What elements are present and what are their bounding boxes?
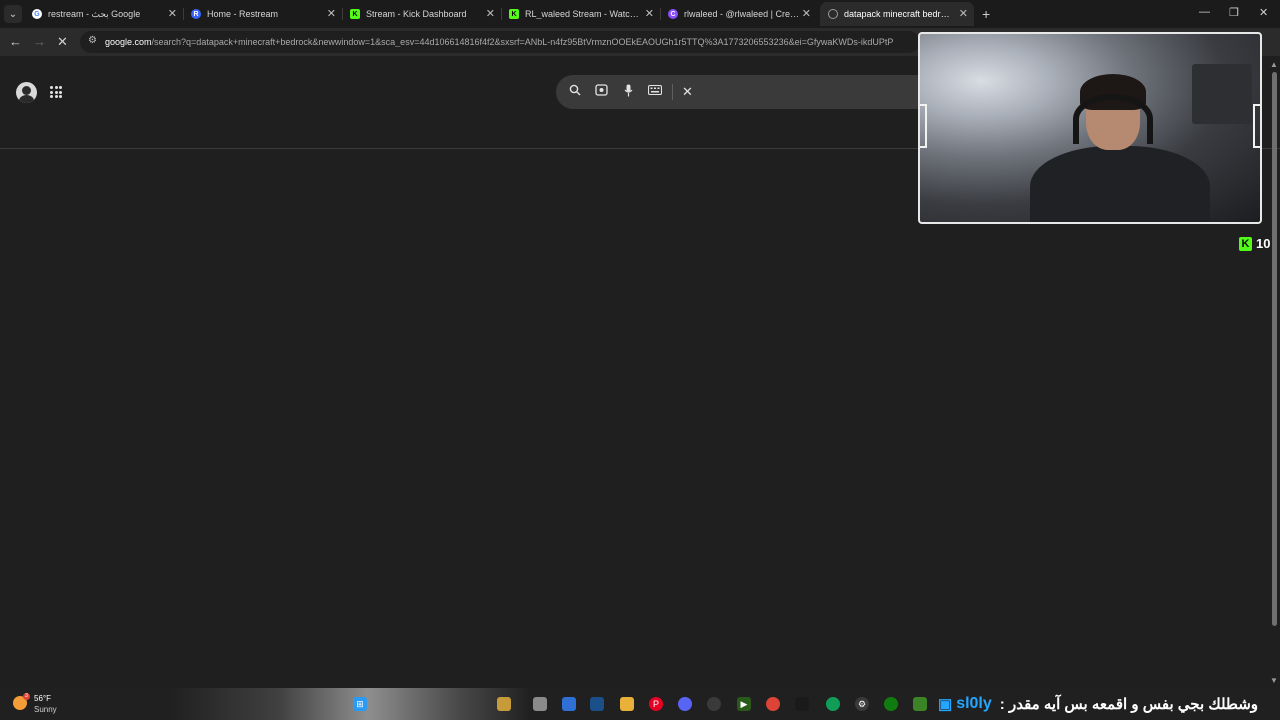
tab-kick-watch-live[interactable]: K RL_waleed Stream - Watch Live ✕ bbox=[509, 4, 654, 24]
overlay-frame-bracket bbox=[920, 104, 927, 148]
task-view-icon[interactable] bbox=[533, 697, 547, 711]
tab-separator bbox=[183, 8, 184, 20]
tab-title: restream - بحث Google bbox=[48, 8, 141, 19]
search-box[interactable]: ✕ bbox=[556, 75, 920, 109]
creators-icon: C bbox=[668, 9, 678, 19]
close-icon[interactable]: ✕ bbox=[327, 7, 336, 20]
headset-icon bbox=[1073, 94, 1153, 144]
tab-title: datapack minecraft bedrock - ... bbox=[844, 9, 954, 19]
close-icon[interactable]: ✕ bbox=[168, 7, 177, 20]
webcam-overlay bbox=[918, 32, 1262, 224]
browser-app-icon[interactable] bbox=[562, 697, 576, 711]
file-explorer-icon[interactable] bbox=[620, 697, 634, 711]
search-input[interactable] bbox=[706, 83, 910, 103]
xbox-icon[interactable] bbox=[884, 697, 898, 711]
loading-icon bbox=[828, 9, 838, 19]
tab-kick-dashboard[interactable]: K Stream - Kick Dashboard ✕ bbox=[350, 4, 495, 24]
taskbar-background-glow bbox=[170, 688, 530, 720]
ticker-emote-icon: ▣ bbox=[938, 696, 953, 713]
tab-separator bbox=[342, 8, 343, 20]
clear-search-icon[interactable]: ✕ bbox=[682, 84, 693, 100]
new-tab-icon[interactable]: + bbox=[982, 6, 990, 22]
window-close-icon[interactable]: ✕ bbox=[1259, 6, 1268, 19]
settings-icon[interactable]: ⚙ bbox=[855, 697, 869, 711]
windows-start-icon[interactable]: ⊞ bbox=[353, 697, 367, 711]
tab-title: rlwaleed - @rlwaleed | Creators bbox=[684, 9, 800, 19]
minimize-icon[interactable]: — bbox=[1199, 6, 1210, 18]
account-avatar[interactable] bbox=[16, 82, 37, 103]
steam-icon[interactable] bbox=[590, 697, 604, 711]
weather-condition[interactable]: Sunny bbox=[34, 705, 57, 714]
search-divider bbox=[672, 84, 673, 100]
tab-title: RL_waleed Stream - Watch Live bbox=[525, 9, 639, 19]
url-host: google.com bbox=[105, 37, 152, 47]
kick-icon: K bbox=[350, 9, 360, 19]
microphone-icon[interactable] bbox=[624, 84, 633, 100]
google-lens-icon[interactable] bbox=[595, 84, 608, 99]
webcam-background-shelf bbox=[1192, 64, 1252, 124]
address-bar[interactable]: ⚙ google.com/search?q=datapack+minecraft… bbox=[80, 31, 920, 53]
site-info-icon[interactable]: ⚙ bbox=[88, 35, 97, 46]
stop-loading-icon[interactable]: ✕ bbox=[57, 34, 68, 50]
ticker-username: sl0ly bbox=[956, 695, 992, 712]
chat-ticker: ▣ sl0ly : وشطلك بجي بفس و اقمعه بس آيه م… bbox=[938, 693, 1280, 715]
url-text[interactable]: google.com/search?q=datapack+minecraft+b… bbox=[105, 37, 915, 47]
url-path: /search?q=datapack+minecraft+bedrock&new… bbox=[151, 37, 894, 47]
close-icon[interactable]: ✕ bbox=[959, 7, 968, 20]
chrome-icon[interactable] bbox=[766, 697, 780, 711]
game-launcher-icon[interactable]: ▶ bbox=[737, 697, 751, 711]
forward-arrow-icon[interactable]: → bbox=[33, 34, 46, 49]
kick-logo-icon: K bbox=[1239, 236, 1252, 251]
kick-viewer-badge: K 10 bbox=[1239, 236, 1270, 251]
minecraft-icon[interactable] bbox=[913, 697, 927, 711]
weather-badge: 3 bbox=[23, 693, 30, 700]
tab-datapack-search[interactable]: datapack minecraft bedrock - ... ✕ bbox=[820, 2, 974, 26]
google-icon: G bbox=[32, 9, 42, 19]
windows-taskbar: 3 56°F Sunny ⊞ P ▶ ⚙ ▣ sl0ly : وشطلك بجي… bbox=[0, 688, 1280, 720]
widget-icon[interactable] bbox=[497, 697, 511, 711]
tab-search-button[interactable]: ⌄ bbox=[4, 5, 22, 23]
close-icon[interactable]: ✕ bbox=[486, 7, 495, 20]
restore-icon[interactable]: ❐ bbox=[1229, 6, 1239, 19]
tab-strip: ⌄ G restream - بحث Google ✕ R Home - Res… bbox=[0, 0, 1280, 28]
tab-home-restream[interactable]: R Home - Restream ✕ bbox=[191, 4, 336, 24]
webcam-person bbox=[1030, 146, 1210, 222]
tab-title: Stream - Kick Dashboard bbox=[366, 9, 467, 19]
weather-temperature[interactable]: 56°F bbox=[34, 694, 51, 703]
viewer-count: 10 bbox=[1256, 236, 1271, 251]
keyboard-icon[interactable] bbox=[647, 84, 663, 98]
ticker-message: : وشطلك بجي بفس و اقمعه بس آيه مقدر bbox=[999, 696, 1259, 713]
tab-separator bbox=[501, 8, 502, 20]
scroll-down-icon[interactable]: ▼ bbox=[1270, 676, 1278, 685]
restream-icon: R bbox=[191, 9, 201, 19]
scrollbar-thumb[interactable] bbox=[1272, 72, 1277, 626]
search-icon[interactable] bbox=[569, 84, 581, 99]
tab-title: Home - Restream bbox=[207, 9, 279, 19]
back-arrow-icon[interactable]: ← bbox=[9, 34, 22, 49]
google-apps-icon[interactable] bbox=[50, 86, 62, 98]
chrome-profile-icon[interactable] bbox=[826, 697, 840, 711]
chevron-down-icon: ⌄ bbox=[8, 8, 18, 20]
close-icon[interactable]: ✕ bbox=[645, 7, 654, 20]
tab-restream-google[interactable]: G restream - بحث Google ✕ bbox=[32, 4, 177, 24]
pinterest-icon[interactable]: P bbox=[649, 697, 663, 711]
close-icon[interactable]: ✕ bbox=[802, 7, 811, 20]
epic-games-icon[interactable] bbox=[795, 697, 809, 711]
discord-icon[interactable] bbox=[678, 697, 692, 711]
tab-creators[interactable]: C rlwaleed - @rlwaleed | Creators ✕ bbox=[668, 4, 811, 24]
scroll-up-icon[interactable]: ▲ bbox=[1270, 60, 1278, 69]
tab-separator bbox=[660, 8, 661, 20]
overlay-frame-bracket bbox=[1253, 104, 1260, 148]
obs-icon[interactable] bbox=[707, 697, 721, 711]
kick-icon: K bbox=[509, 9, 519, 19]
